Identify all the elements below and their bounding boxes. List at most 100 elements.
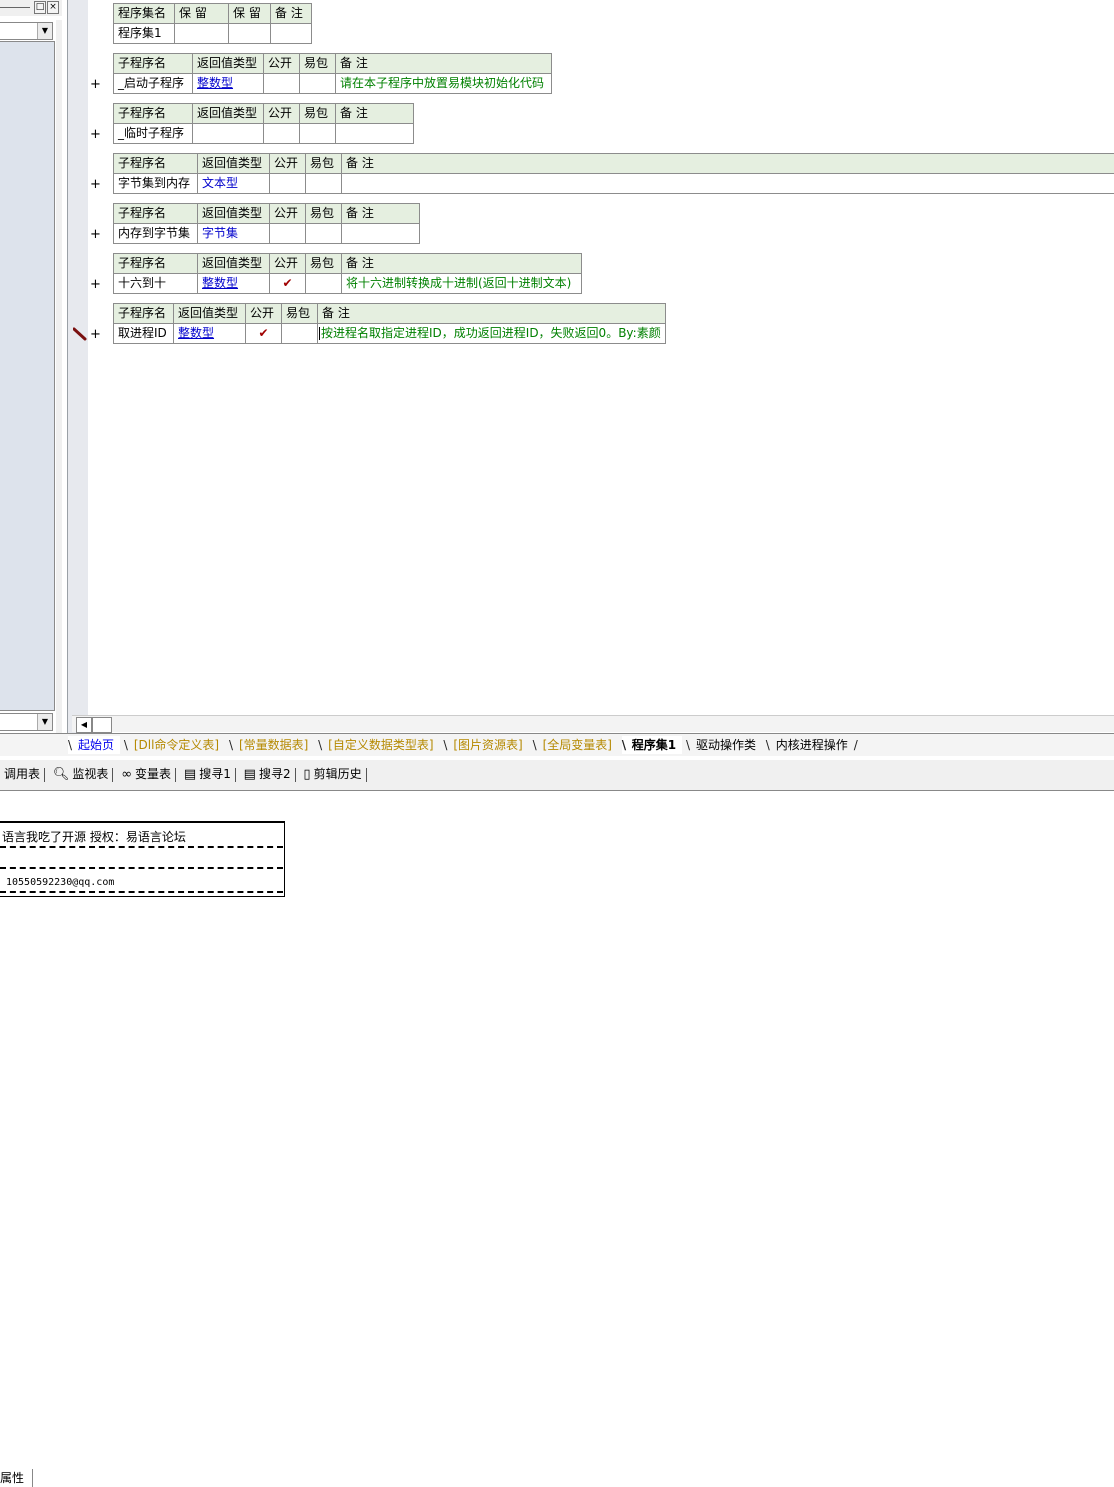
header-cell: 易包 [282, 304, 318, 324]
tab-search-2[interactable]: ▤搜寻2 [240, 760, 295, 788]
return-type-value[interactable]: 整数型 [178, 326, 214, 340]
remark-cell[interactable] [271, 24, 312, 44]
expand-icon[interactable]: + [90, 78, 102, 91]
panel-scrollbar[interactable] [56, 20, 62, 735]
remark-text[interactable]: 按进程名取指定进程ID，成功返回进程ID，失败返回0。By:素颜 [321, 326, 661, 340]
subroutine-name[interactable]: 十六到十 [114, 274, 198, 294]
remark-cell[interactable]: 请在本子程序中放置易模块初始化代码 [336, 74, 552, 94]
panel-titlebar: □ × [0, 0, 62, 16]
restore-icon[interactable]: □ [34, 1, 46, 14]
subroutine-table: 子程序名 返回值类型 公开 易包 备 注 _临时子程序 [113, 103, 414, 144]
tab-kernel-process[interactable]: 内核进程操作 [766, 736, 854, 754]
return-type[interactable]: 字节集 [198, 224, 270, 244]
expand-icon[interactable]: + [90, 178, 102, 191]
return-type-value[interactable]: 字节集 [202, 226, 238, 240]
remark-cell[interactable] [342, 224, 420, 244]
return-type-value[interactable]: 整数型 [202, 276, 238, 290]
subroutine-name[interactable]: _临时子程序 [114, 124, 193, 144]
object-selector[interactable]: ▼ [0, 22, 53, 40]
expand-icon[interactable]: + [90, 278, 102, 291]
chevron-down-icon[interactable]: ▼ [37, 714, 52, 730]
divider [175, 768, 176, 782]
tab-custom-types[interactable]: [自定义数据类型表] [318, 736, 439, 754]
tab-watch-table[interactable]: 🔍︎监视表 [49, 760, 113, 788]
subroutine-name[interactable]: 字节集到内存 [114, 174, 198, 194]
tab-constants[interactable]: [常量数据表] [229, 736, 314, 754]
return-type[interactable] [193, 124, 264, 144]
subroutine-name[interactable]: 取进程ID [114, 324, 174, 344]
expand-icon[interactable]: + [90, 128, 102, 141]
header-cell: 返回值类型 [193, 54, 264, 74]
tab-dll-commands[interactable]: [Dll命令定义表] [124, 736, 225, 754]
tab-variable-table[interactable]: ∞变量表 [117, 760, 175, 788]
ebao-cell[interactable] [306, 274, 342, 294]
return-type[interactable]: 整数型 [198, 274, 270, 294]
tab-start-page[interactable]: 起始页 [68, 736, 120, 754]
tool-label: 变量表 [135, 767, 171, 781]
divider [235, 768, 236, 782]
ebao-cell[interactable] [300, 124, 336, 144]
tool-label: 调用表 [4, 767, 40, 781]
property-selector[interactable]: ▼ [0, 713, 53, 731]
public-checkmark[interactable]: ✔ [270, 274, 306, 294]
output-email: 10550592230@qq.com [6, 877, 114, 888]
tab-search-1[interactable]: ▤搜寻1 [180, 760, 235, 788]
return-type[interactable]: 文本型 [198, 174, 270, 194]
public-checkmark[interactable]: ✔ [246, 324, 282, 344]
public-cell[interactable] [270, 174, 306, 194]
subroutine-table: 子程序名 返回值类型 公开 易包 备 注 内存到字节集 字节集 [113, 203, 420, 244]
reserved-cell[interactable] [229, 24, 271, 44]
subroutine-table: 子程序名 返回值类型 公开 易包 备 注 取进程ID 整数型 ✔ 按进程名取指定… [113, 303, 666, 344]
ebao-cell[interactable] [306, 224, 342, 244]
ebao-cell[interactable] [306, 174, 342, 194]
remark-cell-editing[interactable]: 按进程名取指定进程ID，成功返回进程ID，失败返回0。By:素颜 [318, 324, 666, 344]
header-cell: 子程序名 [114, 304, 174, 324]
reserved-cell[interactable] [175, 24, 229, 44]
chevron-down-icon[interactable]: ▼ [37, 23, 52, 39]
output-line: 语言我吃了开源 授权：易语言论坛 [2, 828, 186, 845]
public-cell[interactable] [270, 224, 306, 244]
property-tab[interactable]: 属性 [0, 1469, 33, 1487]
return-type[interactable]: 整数型 [174, 324, 246, 344]
tab-call-table[interactable]: 调用表 [0, 760, 44, 788]
header-cell: 程序集名 [114, 4, 175, 24]
public-cell[interactable] [264, 124, 300, 144]
property-panel: □ × ▼ ▼ [0, 0, 62, 735]
tab-global-variables[interactable]: [全局变量表] [533, 736, 618, 754]
divider [366, 768, 367, 782]
subroutine-name[interactable]: _启动子程序 [114, 74, 193, 94]
code-tabs: 起始页 [Dll命令定义表] [常量数据表] [自定义数据类型表] [图片资源表… [68, 736, 854, 755]
header-cell: 返回值类型 [198, 154, 270, 174]
property-list[interactable] [0, 41, 55, 711]
header-cell: 备 注 [336, 104, 414, 124]
remark-cell[interactable] [336, 124, 414, 144]
tab-image-resources[interactable]: [图片资源表] [443, 736, 528, 754]
ebao-cell[interactable] [300, 74, 336, 94]
return-type[interactable]: 整数型 [193, 74, 264, 94]
search-doc-icon: ▤ [184, 761, 196, 789]
header-cell: 返回值类型 [193, 104, 264, 124]
tab-clip-history[interactable]: ▯剪辑历史 [299, 760, 365, 788]
scroll-left-icon[interactable]: ◀ [76, 717, 92, 733]
horizontal-scrollbar[interactable]: ◀ [72, 715, 1114, 732]
subroutine-table: 子程序名 返回值类型 公开 易包 备 注 _启动子程序 整数型 请在本子程序中放… [113, 53, 552, 94]
expand-icon[interactable]: + [90, 228, 102, 241]
program-set-name[interactable]: 程序集1 [114, 24, 175, 44]
pencil-icon [73, 327, 87, 341]
tab-driver-class[interactable]: 驱动操作类 [686, 736, 762, 754]
header-cell: 易包 [306, 254, 342, 274]
ebao-cell[interactable] [282, 324, 318, 344]
program-set-table: 程序集名 保 留 保 留 备 注 程序集1 [113, 3, 312, 44]
return-type-value[interactable]: 整数型 [197, 76, 233, 90]
code-tab-bar: 属性 起始页 [Dll命令定义表] [常量数据表] [自定义数据类型表] [图片… [0, 733, 1114, 756]
public-cell[interactable] [264, 74, 300, 94]
subroutine-name[interactable]: 内存到字节集 [114, 224, 198, 244]
tool-tab-bar: 调用表 🔍︎监视表 ∞变量表 ▤搜寻1 ▤搜寻2 ▯剪辑历史 [0, 760, 1114, 791]
tab-program-set-1[interactable]: 程序集1 [622, 736, 682, 754]
expand-icon[interactable]: + [90, 328, 102, 341]
close-icon[interactable]: × [47, 1, 59, 14]
scroll-thumb[interactable] [92, 717, 112, 733]
return-type-value[interactable]: 文本型 [202, 176, 238, 190]
remark-cell[interactable]: 将十六进制转换成十进制(返回十进制文本) [342, 274, 582, 294]
remark-cell[interactable] [342, 174, 1114, 194]
